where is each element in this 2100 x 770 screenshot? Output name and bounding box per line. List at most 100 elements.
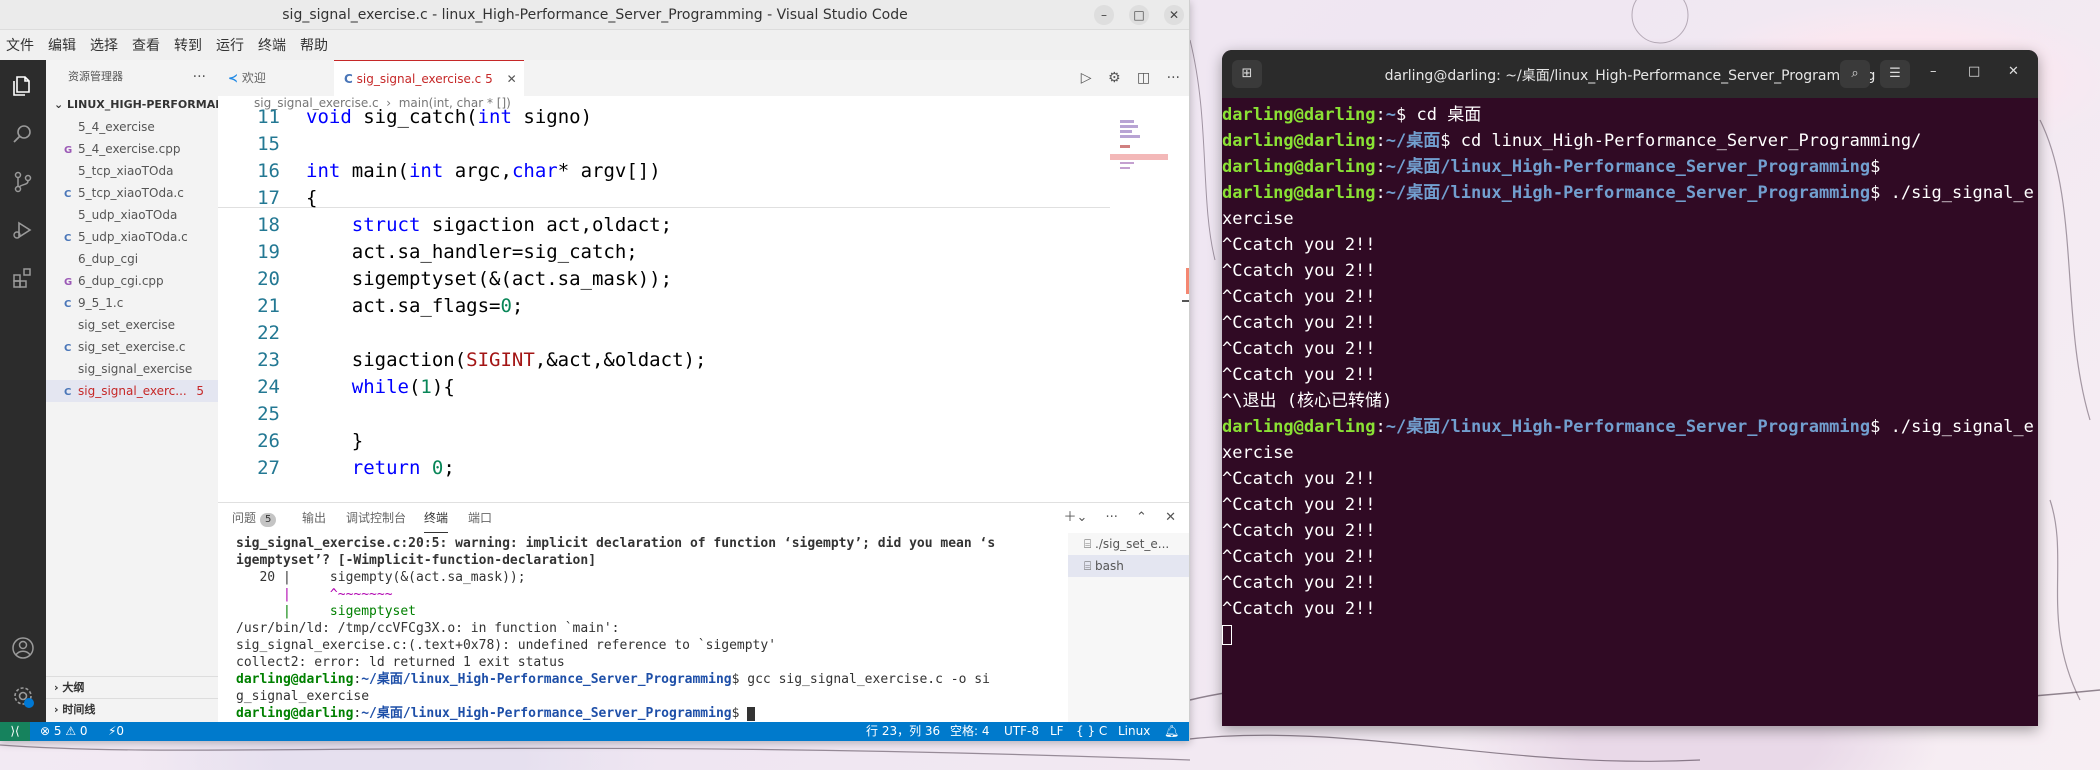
menu-edit[interactable]: 编辑 [42, 35, 84, 55]
hamburger-menu-icon[interactable]: ☰ [1880, 60, 1910, 88]
command-text: $ [1870, 157, 1881, 177]
activity-bar [0, 60, 46, 722]
menu-go[interactable]: 转到 [168, 35, 210, 55]
file-item[interactable]: Csig_signal_exerc... 5 [46, 380, 218, 402]
panel-tab-terminal[interactable]: 终端 [424, 503, 449, 533]
more-actions-icon[interactable]: ··· [193, 60, 206, 94]
maximize-button[interactable]: □ [1129, 5, 1149, 25]
account-icon[interactable] [11, 636, 35, 660]
file-name: sig_signal_exerc... [78, 384, 187, 398]
prompt-user: darling@darling [1222, 131, 1376, 151]
terminal-line: 20 | sigempty(&(act.sa_mask)); [236, 570, 526, 585]
code-line: 23 sigaction(SIGINT,&act,&oldact); [218, 349, 1110, 376]
line-number: 22 [257, 322, 280, 344]
source-control-icon[interactable] [11, 170, 35, 194]
minimize-button[interactable]: – [1930, 64, 1937, 79]
panel-tab-output[interactable]: 输出 [302, 503, 326, 533]
file-item[interactable]: 5_4_exercise [46, 116, 218, 138]
terminal-line: ^Ccatch you 2!! [1222, 492, 2038, 518]
line-number: 17 [257, 187, 280, 209]
extensions-icon[interactable] [11, 266, 35, 290]
maximize-button[interactable]: □ [1968, 64, 1980, 79]
terminal-headerbar: ⊞ darling@darling: ~/桌面/linux_High-Perfo… [1222, 50, 2038, 98]
platform[interactable]: Linux [1118, 722, 1150, 741]
close-button[interactable]: ✕ [1164, 5, 1184, 25]
encoding[interactable]: UTF-8 [1004, 722, 1039, 741]
terminal-instance[interactable]: ⌸ bash [1068, 555, 1189, 577]
menu-run[interactable]: 运行 [210, 35, 252, 55]
file-item[interactable]: C 5_udp_xiaoTOda.c [46, 226, 218, 248]
minimap[interactable] [1110, 120, 1189, 502]
search-icon[interactable]: ⌕ [1840, 60, 1870, 88]
search-icon[interactable] [11, 122, 35, 146]
menu-terminal[interactable]: 终端 [252, 35, 294, 55]
prompt-user: darling@darling [1222, 417, 1376, 437]
file-item[interactable]: 5_tcp_xiaoTOda [46, 160, 218, 182]
maximize-panel-icon[interactable]: ⌃ [1136, 510, 1147, 525]
file-item[interactable]: 5_udp_xiaoTOda [46, 204, 218, 226]
cursor-position[interactable]: 行 23，列 36 [866, 722, 940, 741]
file-item[interactable]: G 6_dup_cgi.cpp [46, 270, 218, 292]
statusbar: ⟩⟨ ⊗ 5 ⚠ 0 ⚡0 行 23，列 36 空格: 4 UTF-8 LF {… [0, 722, 1189, 741]
notifications-bell-icon[interactable]: 🔔︎ [1164, 722, 1179, 741]
split-editor-icon[interactable]: ◫ [1137, 70, 1150, 86]
terminal-instance[interactable]: ⌸ ./sig_set_e... [1068, 533, 1189, 555]
output-text: ^Ccatch you 2!! [1222, 495, 1376, 515]
vscode-window: sig_signal_exercise.c - linux_High-Perfo… [0, 0, 1190, 741]
line-text: act.sa_flags=0; [306, 295, 524, 317]
run-file-icon[interactable]: ▷ [1081, 70, 1092, 86]
ports-status[interactable]: ⚡0 [108, 722, 124, 741]
more-icon[interactable]: ··· [1106, 510, 1118, 525]
terminal-output[interactable]: darling@darling:~$ cd 桌面 darling@darling:… [1222, 102, 2038, 726]
file-item[interactable]: G 5_4_exercise.cpp [46, 138, 218, 160]
output-text: ^Ccatch you 2!! [1222, 235, 1376, 255]
new-terminal-icon[interactable]: ＋⌄ [1063, 510, 1087, 525]
file-name: 5_udp_xiaoTOda.c [78, 230, 188, 244]
panel-tab-debug-console[interactable]: 调试控制台 [346, 503, 406, 533]
remote-indicator-icon[interactable]: ⟩⟨ [0, 722, 30, 741]
close-tab-icon[interactable]: ✕ [507, 72, 517, 86]
end-of-line[interactable]: LF [1050, 722, 1064, 741]
prompt-separator: : [1375, 157, 1386, 177]
integrated-terminal[interactable]: sig_signal_exercise.c:20:5: warning: imp… [236, 535, 1074, 721]
tab-sig-signal-exercise[interactable]: C sig_signal_exercise.c 5 ✕ [334, 60, 524, 96]
output-text: ^Ccatch you 2!! [1222, 573, 1376, 593]
terminal-line: xercise [1222, 440, 2038, 466]
menu-view[interactable]: 查看 [126, 35, 168, 55]
menu-file[interactable]: 文件 [0, 35, 42, 55]
terminal-line: ^Ccatch you 2!! [1222, 258, 2038, 284]
close-panel-icon[interactable]: ✕ [1165, 510, 1176, 525]
code-editor[interactable]: 11 void sig_catch(int signo) 15 16 int main(… [218, 106, 1110, 502]
settings-gear-icon[interactable] [11, 684, 35, 708]
terminal-prompt-line: darling@darling:~/桌面/linux_High-Performa… [1222, 154, 2038, 180]
timeline-section[interactable]: › 时间线 [46, 698, 218, 720]
run-debug-icon[interactable] [11, 218, 35, 242]
explorer-icon[interactable] [11, 74, 35, 98]
file-item[interactable]: 6_dup_cgi [46, 248, 218, 270]
tab-welcome[interactable]: ≺ 欢迎 [218, 60, 334, 96]
file-item[interactable]: sig_set_exercise [46, 314, 218, 336]
more-icon[interactable]: ··· [1167, 70, 1180, 86]
problems-status[interactable]: ⊗ 5 ⚠ 0 [40, 722, 88, 741]
terminal-line: ^Ccatch you 2!! [1222, 570, 2038, 596]
minimize-button[interactable]: – [1094, 5, 1114, 25]
settings-icon[interactable]: ⚙ [1108, 70, 1121, 86]
close-button[interactable]: ✕ [2008, 64, 2019, 79]
prompt-separator: : [1375, 183, 1386, 203]
menu-help[interactable]: 帮助 [294, 35, 336, 55]
terminal-line: ^Ccatch you 2!! [1222, 336, 2038, 362]
line-number: 24 [257, 376, 280, 398]
panel-tab-ports[interactable]: 端口 [468, 503, 492, 533]
menu-selection[interactable]: 选择 [84, 35, 126, 55]
outline-section[interactable]: › 大纲 [46, 676, 218, 698]
file-item[interactable]: sig_signal_exercise [46, 358, 218, 380]
workspace-folder[interactable]: ⌄ LINUX_HIGH-PERFORMAN... [46, 94, 218, 116]
file-item[interactable]: Csig_set_exercise.c [46, 336, 218, 358]
file-item[interactable]: C 5_tcp_xiaoTOda.c [46, 182, 218, 204]
terminal-prompt-line: darling@darling:~/桌面/linux_High-Performa… [1222, 414, 2038, 440]
panel-tab-problems[interactable]: 问题 5 [232, 503, 277, 533]
c-file-icon: C [64, 299, 72, 310]
indentation[interactable]: 空格: 4 [950, 722, 990, 741]
file-item[interactable]: C 9_5_1.c [46, 292, 218, 314]
language-mode[interactable]: { } C [1076, 722, 1107, 741]
